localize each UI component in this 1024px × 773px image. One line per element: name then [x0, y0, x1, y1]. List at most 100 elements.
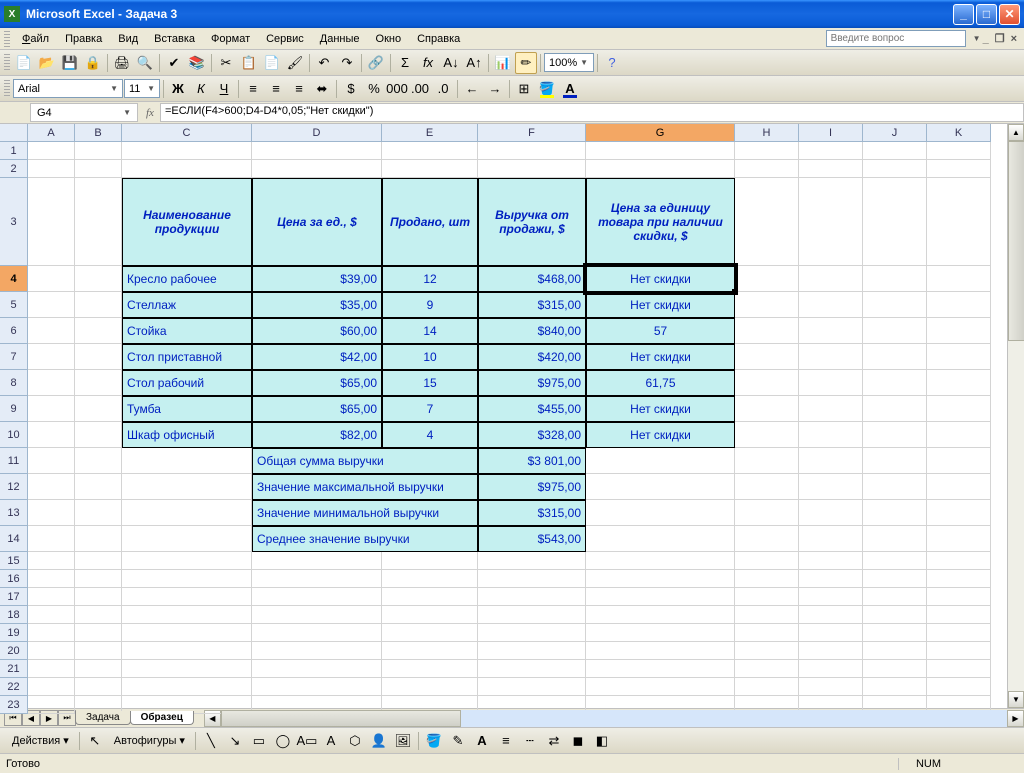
line-icon[interactable]: ╲	[200, 730, 222, 752]
arrow-style-icon[interactable]: ⇄	[543, 730, 565, 752]
cell-sold-7[interactable]: 10	[382, 344, 478, 370]
header-revenue[interactable]: Выручка от продажи, $	[478, 178, 586, 266]
col-header-A[interactable]: A	[28, 124, 75, 142]
menu-help[interactable]: Справка	[409, 31, 468, 47]
cell-price-5[interactable]: $35,00	[252, 292, 382, 318]
summary-label-14[interactable]: Среднее значение выручки	[252, 526, 478, 552]
row-header-17[interactable]: 17	[0, 588, 28, 606]
scroll-right-button[interactable]: ▶	[1007, 710, 1024, 727]
horizontal-scrollbar[interactable]: ◀ ▶	[204, 710, 1024, 727]
col-header-E[interactable]: E	[382, 124, 478, 142]
row-header-12[interactable]: 12	[0, 474, 28, 500]
scroll-up-button[interactable]: ▲	[1008, 124, 1024, 141]
align-right-icon[interactable]: ≡	[288, 78, 310, 100]
close-button[interactable]: ✕	[999, 4, 1020, 25]
shadow-icon[interactable]: ◼	[567, 730, 589, 752]
cell-price-4[interactable]: $39,00	[252, 266, 382, 292]
col-header-C[interactable]: C	[122, 124, 252, 142]
menu-format[interactable]: Формат	[203, 31, 258, 47]
autoshapes-menu[interactable]: Автофигуры ▾	[108, 732, 191, 749]
row-header-11[interactable]: 11	[0, 448, 28, 474]
open-icon[interactable]: 📂	[36, 52, 58, 74]
row-header-22[interactable]: 22	[0, 678, 28, 696]
summary-val-13[interactable]: $315,00	[478, 500, 586, 526]
row-header-5[interactable]: 5	[0, 292, 28, 318]
maximize-button[interactable]: □	[976, 4, 997, 25]
mdi-minimize-button[interactable]: _	[980, 33, 992, 45]
font-color-icon[interactable]: A	[471, 730, 493, 752]
arrow-icon[interactable]: ↘	[224, 730, 246, 752]
hyperlink-icon[interactable]: 🔗	[365, 52, 387, 74]
dash-style-icon[interactable]: ┄	[519, 730, 541, 752]
picture-icon[interactable]: 🖼	[392, 730, 414, 752]
spelling-icon[interactable]: ✔	[163, 52, 185, 74]
rectangle-icon[interactable]: ▭	[248, 730, 270, 752]
redo-icon[interactable]: ↷	[336, 52, 358, 74]
summary-val-12[interactable]: $975,00	[478, 474, 586, 500]
row-header-15[interactable]: 15	[0, 552, 28, 570]
copy-icon[interactable]: 📋	[238, 52, 260, 74]
cell-name-8[interactable]: Стол рабочий	[122, 370, 252, 396]
row-header-6[interactable]: 6	[0, 318, 28, 344]
cell-rev-5[interactable]: $315,00	[478, 292, 586, 318]
cell-price-7[interactable]: $42,00	[252, 344, 382, 370]
help-icon[interactable]: ?	[601, 52, 623, 74]
save-icon[interactable]: 💾	[59, 52, 81, 74]
row-header-1[interactable]: 1	[0, 142, 28, 160]
mdi-close-button[interactable]: ×	[1008, 33, 1020, 45]
decrease-indent-icon[interactable]: ←	[461, 78, 483, 100]
menu-insert[interactable]: Вставка	[146, 31, 203, 47]
mdi-restore-button[interactable]: ❐	[992, 32, 1008, 45]
cell-sold-4[interactable]: 12	[382, 266, 478, 292]
cell-rev-6[interactable]: $840,00	[478, 318, 586, 344]
vertical-scrollbar[interactable]: ▲ ▼	[1007, 124, 1024, 708]
menu-file[interactable]: Файл	[14, 31, 57, 47]
cell-price-6[interactable]: $60,00	[252, 318, 382, 344]
autosum-icon[interactable]: Σ	[394, 52, 416, 74]
align-center-icon[interactable]: ≡	[265, 78, 287, 100]
oval-icon[interactable]: ◯	[272, 730, 294, 752]
menu-data[interactable]: Данные	[312, 31, 368, 47]
summary-val-11[interactable]: $3 801,00	[478, 448, 586, 474]
print-icon[interactable]: 🖨	[111, 52, 133, 74]
row-header-21[interactable]: 21	[0, 660, 28, 678]
row-header-18[interactable]: 18	[0, 606, 28, 624]
row-header-16[interactable]: 16	[0, 570, 28, 588]
summary-label-13[interactable]: Значение минимальной выручки	[252, 500, 478, 526]
cell-disc-7[interactable]: Нет скидки	[586, 344, 735, 370]
cell-rev-10[interactable]: $328,00	[478, 422, 586, 448]
row-header-10[interactable]: 10	[0, 422, 28, 448]
cell-name-7[interactable]: Стол приставной	[122, 344, 252, 370]
col-header-B[interactable]: B	[75, 124, 122, 142]
print-preview-icon[interactable]: 🔍	[134, 52, 156, 74]
formula-input[interactable]: =ЕСЛИ(F4>600;D4-D4*0,05;"Нет скидки")	[160, 103, 1024, 122]
format-painter-icon[interactable]: 🖌	[284, 52, 306, 74]
header-discount[interactable]: Цена за единицу товара при наличии скидк…	[586, 178, 735, 266]
cell-disc-6[interactable]: 57	[586, 318, 735, 344]
minimize-button[interactable]: _	[953, 4, 974, 25]
3d-icon[interactable]: ◧	[591, 730, 613, 752]
row-header-3[interactable]: 3	[0, 178, 28, 266]
menu-edit[interactable]: Правка	[57, 31, 110, 47]
borders-icon[interactable]: ⊞	[513, 78, 535, 100]
col-header-F[interactable]: F	[478, 124, 586, 142]
cell-disc-8[interactable]: 61,75	[586, 370, 735, 396]
underline-icon[interactable]: Ч	[213, 78, 235, 100]
header-name[interactable]: Наименование продукции	[122, 178, 252, 266]
cell-disc-4[interactable]: Нет скидки	[586, 266, 735, 292]
font-size-combo[interactable]: 11▼	[124, 79, 160, 98]
sheet-tab-obrazets[interactable]: Образец	[130, 711, 194, 725]
wordart-icon[interactable]: A	[320, 730, 342, 752]
col-header-J[interactable]: J	[863, 124, 927, 142]
fx-button[interactable]: fx	[140, 107, 160, 119]
name-box[interactable]: G4▼	[30, 103, 138, 122]
fill-color-icon[interactable]: 🪣	[423, 730, 445, 752]
cell-rev-4[interactable]: $468,00	[478, 266, 586, 292]
row-headers[interactable]: 1234567891011121314151617181920212223	[0, 142, 28, 714]
cell-sold-6[interactable]: 14	[382, 318, 478, 344]
help-question-input[interactable]	[826, 30, 966, 47]
menu-tools[interactable]: Сервис	[258, 31, 312, 47]
hscroll-thumb[interactable]	[221, 710, 461, 727]
header-price[interactable]: Цена за ед., $	[252, 178, 382, 266]
col-header-H[interactable]: H	[735, 124, 799, 142]
